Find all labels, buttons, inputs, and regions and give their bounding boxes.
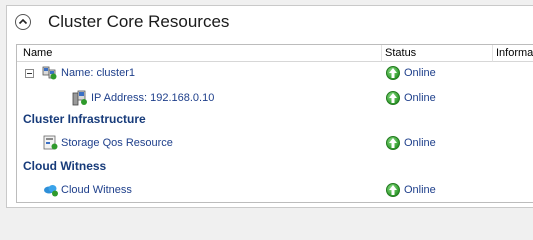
online-status-icon	[386, 136, 400, 150]
resources-table: Name Status Informati Name: cluster1	[16, 44, 533, 203]
storage-qos-label: Storage Qos Resource	[61, 137, 173, 149]
group-title-cloud-witness: Cloud Witness	[23, 159, 107, 173]
panel-title: Cluster Core Resources	[48, 12, 230, 31]
table-row-ip-address[interactable]: IP Address: 192.168.0.10 Online	[17, 87, 533, 109]
online-status-icon	[386, 183, 400, 197]
column-header-information[interactable]: Informati	[493, 45, 533, 62]
collapse-button[interactable]	[15, 14, 31, 30]
cluster-core-resources-panel: Cluster Core Resources Name Status Infor…	[6, 5, 533, 208]
column-header-status[interactable]: Status	[382, 45, 493, 62]
collapse-tree-toggle[interactable]	[25, 69, 34, 78]
ip-address-label: IP Address: 192.168.0.10	[91, 92, 215, 104]
online-status-icon	[386, 66, 400, 80]
status-text: Online	[404, 67, 436, 79]
table-row-cloud-witness[interactable]: Cloud Witness Online	[17, 179, 533, 201]
cloud-icon	[43, 183, 59, 202]
status-text: Online	[404, 92, 436, 104]
table-row-cluster-name[interactable]: Name: cluster1 Online	[17, 62, 533, 84]
cluster-name-icon	[42, 65, 57, 88]
chevron-up-icon	[18, 18, 28, 25]
cluster-name-label: Name: cluster1	[61, 67, 135, 79]
status-text: Online	[404, 137, 436, 149]
storage-qos-icon	[43, 135, 58, 158]
cloud-witness-label: Cloud Witness	[61, 184, 132, 196]
online-status-icon	[386, 91, 400, 105]
panel-header: Cluster Core Resources	[7, 6, 533, 39]
column-header-name[interactable]: Name	[17, 45, 382, 62]
table-row-storage-qos[interactable]: Storage Qos Resource Online	[17, 132, 533, 154]
group-title-cluster-infrastructure: Cluster Infrastructure	[23, 112, 146, 126]
status-text: Online	[404, 184, 436, 196]
